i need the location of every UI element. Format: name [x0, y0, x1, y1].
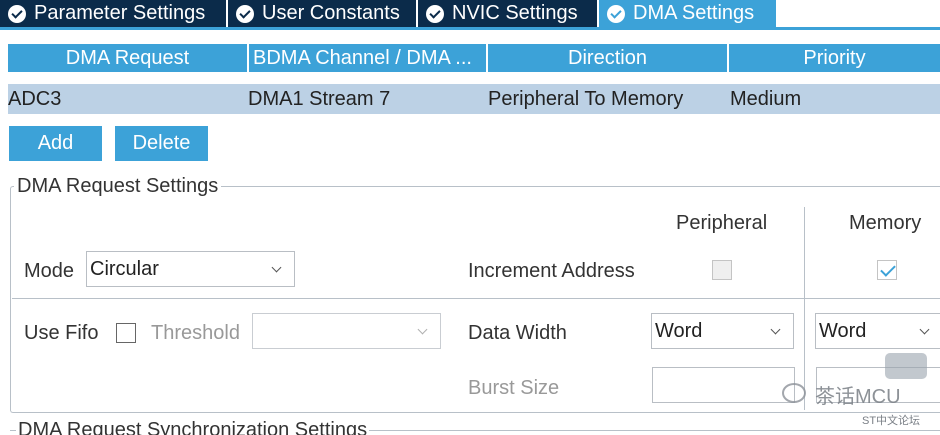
tab-underline	[0, 27, 940, 30]
column-divider	[804, 207, 805, 410]
row-divider	[12, 298, 940, 299]
threshold-select[interactable]	[252, 313, 441, 349]
peripheral-data-width-value: Word	[655, 319, 703, 342]
threshold-label: Threshold	[151, 322, 240, 344]
tab-label: User Constants	[262, 2, 400, 24]
group-title: DMA Request Settings	[14, 175, 222, 198]
check-circle-icon	[426, 4, 444, 23]
column-header-channel[interactable]: BDMA Channel / DMA ...	[249, 44, 486, 72]
tab-label: Parameter Settings	[34, 2, 206, 24]
delete-button[interactable]: Delete	[115, 126, 208, 161]
mode-value: Circular	[90, 257, 159, 280]
mode-select[interactable]: Circular	[86, 251, 295, 287]
peripheral-column-label: Peripheral	[676, 212, 768, 234]
memory-increment-checkbox[interactable]	[877, 260, 897, 280]
tab-parameter-settings[interactable]: Parameter Settings	[0, 0, 226, 27]
tab-dma-settings[interactable]: DMA Settings	[599, 0, 776, 27]
increment-address-label: Increment Address	[468, 260, 635, 282]
mode-label: Mode	[24, 260, 75, 282]
chevron-down-icon	[271, 262, 282, 273]
use-fifo-label: Use Fifo	[24, 322, 99, 344]
peripheral-increment-checkbox[interactable]	[712, 260, 732, 280]
use-fifo-checkbox[interactable]	[116, 323, 136, 343]
column-header-dma-request[interactable]: DMA Request	[8, 44, 247, 72]
add-button[interactable]: Add	[9, 126, 102, 161]
memory-column-label: Memory	[849, 212, 922, 234]
tab-bar: Parameter Settings User Constants NVIC S…	[0, 0, 940, 28]
watermark-text: 茶话MCU	[815, 386, 901, 408]
watermark-subtext: ST中文论坛	[862, 415, 921, 427]
cell-direction: Peripheral To Memory	[488, 87, 684, 110]
sync-settings-title: DMA Request Synchronization Settings	[16, 419, 370, 435]
cell-dma-request: ADC3	[8, 87, 62, 110]
tab-nvic-settings[interactable]: NVIC Settings	[418, 0, 597, 27]
cell-channel: DMA1 Stream 7	[248, 87, 391, 110]
peripheral-burst-size-field[interactable]	[652, 367, 795, 403]
data-width-label: Data Width	[468, 322, 567, 344]
memory-data-width-value: Word	[819, 319, 867, 342]
check-circle-icon	[236, 4, 254, 23]
check-circle-icon	[607, 4, 625, 23]
column-header-direction[interactable]: Direction	[488, 44, 727, 72]
memory-data-width-select[interactable]: Word	[815, 313, 940, 349]
tab-user-constants[interactable]: User Constants	[228, 0, 416, 27]
check-circle-icon	[8, 4, 26, 23]
cell-priority: Medium	[730, 87, 802, 110]
chevron-down-icon	[770, 324, 781, 335]
tab-label: NVIC Settings	[452, 2, 578, 24]
tab-label: DMA Settings	[633, 2, 755, 24]
column-header-priority[interactable]: Priority	[729, 44, 940, 72]
chevron-down-icon	[919, 324, 930, 335]
chat-bubble-icon	[885, 353, 927, 379]
burst-size-label: Burst Size	[468, 377, 560, 399]
chevron-down-icon	[417, 324, 428, 335]
peripheral-data-width-select[interactable]: Word	[651, 313, 794, 349]
wechat-icon	[782, 383, 806, 403]
